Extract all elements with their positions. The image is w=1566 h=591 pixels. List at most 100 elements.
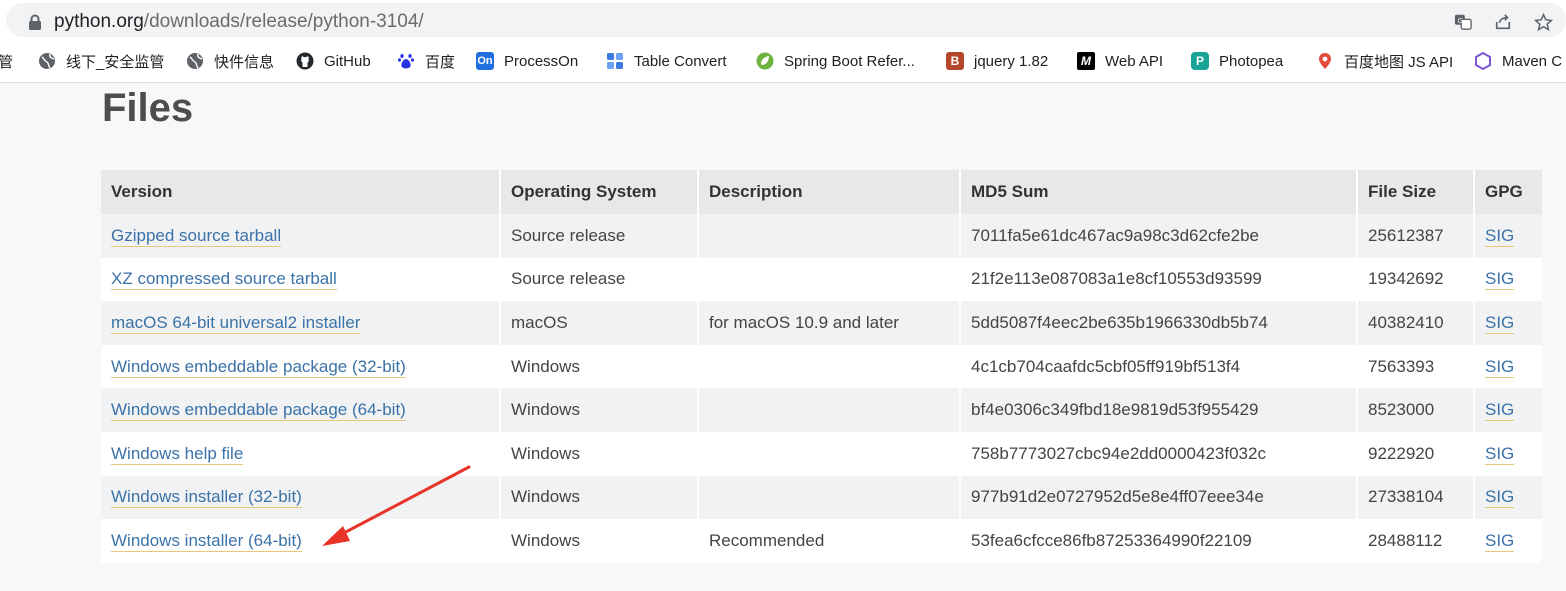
bookmark-label: 线下_安全监管 [66, 53, 165, 71]
file-size-cell: 40382410 [1358, 301, 1475, 345]
download-link[interactable]: macOS 64-bit universal2 installer [111, 312, 361, 334]
download-link[interactable]: XZ compressed source tarball [111, 269, 337, 291]
os-cell: Windows [501, 388, 699, 432]
download-link[interactable]: Windows embeddable package (64-bit) [111, 400, 406, 422]
gpg-cell: SIG [1475, 214, 1542, 258]
bookmark-label: ProcessOn [504, 52, 579, 70]
description-cell [699, 475, 961, 520]
md5-cell: 21f2e113e087083a1e8cf10553d93599 [961, 257, 1358, 302]
lock-icon[interactable] [28, 14, 42, 30]
sig-link[interactable]: SIG [1485, 443, 1515, 465]
omnibox[interactable]: python.org/downloads/release/python-3104… [6, 3, 1566, 37]
md5-cell: 53fea6cfcce86fb87253364990f22109 [961, 519, 1358, 563]
page-title: Files [102, 86, 194, 130]
download-link[interactable]: Windows help file [111, 443, 244, 465]
bookmark-item[interactable]: Maven C [1474, 50, 1562, 72]
bookmark-item[interactable]: 管 [0, 50, 13, 72]
sig-link[interactable]: SIG [1485, 225, 1515, 247]
bookmark-label: 管 [0, 51, 13, 72]
sig-link[interactable]: SIG [1485, 269, 1515, 291]
sig-link[interactable]: SIG [1485, 312, 1515, 334]
table-row: Windows embeddable package (64-bit) Windo… [101, 388, 1542, 432]
os-cell: Source release [501, 257, 699, 302]
os-cell: Windows [501, 431, 699, 476]
translate-icon[interactable]: G [1452, 11, 1474, 33]
os-cell: Windows [501, 475, 699, 520]
star-icon[interactable] [1532, 11, 1554, 33]
file-size-cell: 27338104 [1358, 475, 1475, 520]
os-cell: Windows [501, 519, 699, 563]
globe-icon [38, 52, 56, 70]
bookmark-label: 百度 [425, 53, 456, 71]
bookmark-label: Photopea [1219, 52, 1284, 70]
download-link[interactable]: Windows embeddable package (32-bit) [111, 356, 406, 378]
description-cell: for macOS 10.9 and later [699, 301, 961, 345]
sig-link[interactable]: SIG [1485, 487, 1515, 509]
bookmark-label: jquery 1.82 [974, 52, 1049, 70]
table-row: XZ compressed source tarball Source relea… [101, 257, 1542, 302]
col-version-header: Version [101, 170, 501, 214]
description-cell: Recommended [699, 519, 961, 563]
md5-cell: 7011fa5e61dc467ac9a98c3d62cfe2be [961, 214, 1358, 258]
download-link[interactable]: Gzipped source tarball [111, 225, 282, 247]
processon-icon: On [476, 52, 494, 70]
bookmark-item[interactable]: Bjquery 1.82 [946, 50, 1048, 72]
version-cell: Windows embeddable package (64-bit) [101, 388, 501, 432]
col-operating-system-header: Operating System [501, 170, 699, 214]
jquery-icon: B [946, 52, 964, 70]
gpg-cell: SIG [1475, 344, 1542, 389]
bookmarks-bar: 管 线下_安全监管 快件信息 GitHub 百度 On ProcessOn Table Con… [0, 40, 1566, 83]
bookmark-label: Spring Boot Refer... [784, 52, 915, 70]
bookmark-item[interactable]: 百度 [397, 50, 455, 72]
col-gpg-header: GPG [1475, 170, 1542, 214]
description-cell [699, 344, 961, 389]
address-bar: python.org/downloads/release/python-3104… [0, 0, 1566, 40]
version-cell: macOS 64-bit universal2 installer [101, 301, 501, 345]
gpg-cell: SIG [1475, 301, 1542, 345]
url-text[interactable]: python.org/downloads/release/python-3104… [54, 11, 424, 33]
sig-link[interactable]: SIG [1485, 530, 1515, 552]
github-icon [296, 52, 314, 70]
os-cell: Source release [501, 214, 699, 258]
version-cell: Windows embeddable package (32-bit) [101, 344, 501, 389]
bookmark-item[interactable]: 快件信息 [186, 50, 274, 72]
bookmark-item[interactable]: Table Convert [606, 50, 727, 72]
download-link[interactable]: Windows installer (32-bit) [111, 487, 302, 509]
table-row: Windows installer (64-bit) Windows Recomme… [101, 519, 1542, 563]
md5-cell: 4c1cb704caafdc5cbf05ff919bf513f4 [961, 344, 1358, 389]
sig-link[interactable]: SIG [1485, 356, 1515, 378]
bookmark-item[interactable]: P Photopea [1191, 50, 1283, 72]
table-row: Windows embeddable package (32-bit) Windo… [101, 344, 1542, 389]
share-icon[interactable] [1492, 11, 1514, 33]
bookmark-item[interactable]: On ProcessOn [476, 50, 578, 72]
bookmark-item[interactable]: GitHub [296, 50, 371, 72]
url-path: /downloads/release/python-3104/ [143, 11, 424, 32]
spring-icon [756, 52, 774, 70]
sig-link[interactable]: SIG [1485, 400, 1515, 422]
download-link[interactable]: Windows installer (64-bit) [111, 530, 302, 552]
bookmark-label: Table Convert [634, 52, 727, 70]
bookmark-item[interactable]: 线下_安全监管 [38, 50, 164, 72]
bookmark-label: 百度地图 JS API [1344, 53, 1454, 71]
table-row: macOS 64-bit universal2 installer macOS fo… [101, 301, 1542, 345]
svg-text:G: G [1458, 16, 1464, 25]
description-cell [699, 388, 961, 432]
version-cell: Gzipped source tarball [101, 214, 501, 258]
bookmark-item[interactable]: 百度地图 JS API [1316, 50, 1453, 72]
files-table: Version Operating System Description MD5 Su… [101, 170, 1542, 563]
version-cell: Windows installer (32-bit) [101, 475, 501, 520]
os-cell: Windows [501, 344, 699, 389]
map-pin-icon [1316, 52, 1334, 70]
bookmark-label: 快件信息 [214, 53, 275, 71]
description-cell [699, 431, 961, 476]
globe-icon [186, 52, 204, 70]
version-cell: XZ compressed source tarball [101, 257, 501, 302]
md5-cell: 5dd5087f4eec2be635b1966330db5b74 [961, 301, 1358, 345]
bookmark-item[interactable]: M Web API [1077, 50, 1163, 72]
bookmark-item[interactable]: Spring Boot Refer... [756, 50, 915, 72]
gpg-cell: SIG [1475, 257, 1542, 302]
table-row: Windows help file Windows 758b7773027cbc94… [101, 431, 1542, 476]
maven-icon [1474, 52, 1492, 70]
os-cell: macOS [501, 301, 699, 345]
description-cell [699, 214, 961, 258]
